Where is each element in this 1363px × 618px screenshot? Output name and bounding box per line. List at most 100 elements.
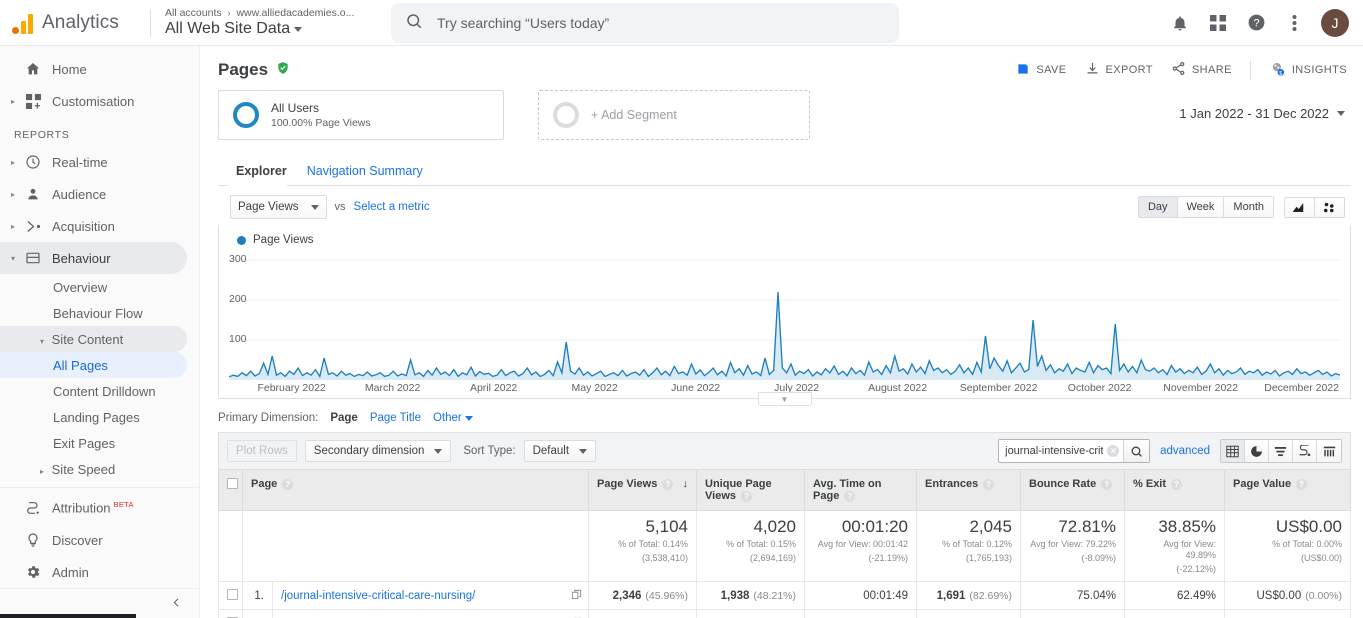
sidebar-item-customisation[interactable]: ▸ Customisation xyxy=(0,85,199,117)
help-icon[interactable]: ? xyxy=(282,479,293,490)
clear-search-icon[interactable]: ✕ xyxy=(1107,445,1119,457)
more-options-icon[interactable] xyxy=(1283,12,1305,34)
granularity-week[interactable]: Week xyxy=(1178,197,1225,217)
plot-rows-button[interactable]: Plot Rows xyxy=(227,440,297,462)
page-body: Home ▸ Customisation REPORTS ▸ Real-time xyxy=(0,46,1363,618)
scrollbar-thumb[interactable] xyxy=(0,614,136,618)
line-chart-icon[interactable] xyxy=(1285,198,1315,217)
x-axis-tick: February 2022 xyxy=(257,382,325,394)
help-icon[interactable]: ? xyxy=(1296,479,1307,490)
row-checkbox[interactable] xyxy=(227,589,238,600)
tab-navigation-summary[interactable]: Navigation Summary xyxy=(307,164,435,185)
sidebar-item-acquisition[interactable]: ▸ Acquisition xyxy=(0,210,199,242)
table-toolbar-right: ✕ advanced xyxy=(998,439,1342,463)
insights-button[interactable]: $ INSIGHTS xyxy=(1269,61,1347,80)
column-header-unique-page-views[interactable]: Unique Page Views? xyxy=(697,470,805,511)
advanced-search-link[interactable]: advanced xyxy=(1160,445,1210,457)
select-all-checkbox-cell[interactable] xyxy=(219,470,243,511)
table-search-button[interactable] xyxy=(1123,440,1149,462)
select-all-checkbox[interactable] xyxy=(227,478,238,489)
segment-all-users[interactable]: All Users 100.00% Page Views xyxy=(218,90,504,140)
select-a-metric-link[interactable]: Select a metric xyxy=(354,201,430,213)
sidebar-item-landing-pages[interactable]: Landing Pages xyxy=(0,404,199,430)
x-axis-tick: August 2022 xyxy=(868,382,927,394)
column-header-page-value[interactable]: Page Value? xyxy=(1225,470,1351,511)
sidebar-item-home[interactable]: Home xyxy=(0,53,199,85)
date-range-label: 1 Jan 2022 - 31 Dec 2022 xyxy=(1179,106,1329,121)
legend-label: Page Views xyxy=(253,234,314,246)
sidebar-item-site-speed[interactable]: ▸ Site Speed xyxy=(0,456,199,482)
chevron-right-icon: ▸ xyxy=(6,158,20,167)
column-header-entrances[interactable]: Entrances? xyxy=(917,470,1021,511)
column-header-bounce-rate[interactable]: Bounce Rate? xyxy=(1021,470,1125,511)
metric-select[interactable]: Page Views xyxy=(230,195,327,219)
global-search[interactable]: Try searching “Users today” xyxy=(391,3,899,43)
share-button[interactable]: SHARE xyxy=(1171,61,1232,79)
pivot-view-icon[interactable] xyxy=(1317,440,1341,462)
help-icon[interactable]: ? xyxy=(1245,12,1267,34)
pie-view-icon[interactable] xyxy=(1245,440,1269,462)
add-segment-button[interactable]: + Add Segment xyxy=(538,90,810,140)
account-selector[interactable]: All accounts › www.alliedacademies.o... … xyxy=(165,7,355,38)
sidebar-item-attribution[interactable]: AttributionBETA xyxy=(0,492,199,524)
open-in-new-icon[interactable] xyxy=(571,589,582,603)
column-header-avg-time-on-page[interactable]: Avg. Time on Page? xyxy=(805,470,917,511)
sidebar-item-audience[interactable]: ▸ Audience xyxy=(0,178,199,210)
sidebar-item-behaviour[interactable]: ▾ Behaviour xyxy=(0,242,187,274)
column-header-page[interactable]: Page? xyxy=(243,470,589,511)
row-checkbox-cell[interactable] xyxy=(219,610,243,618)
analytics-logo[interactable]: Analytics xyxy=(0,12,148,34)
sort-type-select[interactable]: Default xyxy=(524,440,596,462)
column-header-page-views[interactable]: Page Views? ↓ xyxy=(589,470,697,511)
notifications-bell-icon[interactable] xyxy=(1169,12,1191,34)
table-view-icon[interactable] xyxy=(1221,440,1245,462)
totals-cell: 4,020% of Total: 0.15%(2,694,169) xyxy=(697,511,805,582)
sidebar-item-all-pages[interactable]: All Pages xyxy=(0,352,187,378)
help-icon[interactable]: ? xyxy=(1101,479,1112,490)
chevron-right-icon: ▸ xyxy=(40,467,44,476)
page-link[interactable]: /journal-intensive-critical-care-nursing… xyxy=(281,590,475,602)
export-button[interactable]: EXPORT xyxy=(1085,61,1153,79)
sidebar-item-exit-pages[interactable]: Exit Pages xyxy=(0,430,199,456)
page-cell[interactable]: /journal-intensive-critical-care-nursing… xyxy=(273,582,589,610)
chart-resize-handle[interactable]: ▼ xyxy=(758,392,812,406)
apps-grid-icon[interactable] xyxy=(1207,12,1229,34)
sidebar-item-real-time[interactable]: ▸ Real-time xyxy=(0,146,199,178)
column-header-exit-pct[interactable]: % Exit? xyxy=(1125,470,1225,511)
cell-percent: (0.00%) xyxy=(1305,590,1342,602)
granularity-month[interactable]: Month xyxy=(1224,197,1273,217)
tab-explorer[interactable]: Explorer xyxy=(236,164,299,185)
primary-dimension-page[interactable]: Page xyxy=(330,412,358,424)
sidebar-item-site-content[interactable]: ▾ Site Content xyxy=(0,326,187,352)
sidebar-item-discover[interactable]: Discover xyxy=(0,524,199,556)
bar-view-icon[interactable] xyxy=(1269,440,1293,462)
date-range-picker[interactable]: 1 Jan 2022 - 31 Dec 2022 xyxy=(1179,90,1345,121)
table-head: Page? Page Views? ↓ Unique Page Views? A… xyxy=(219,470,1351,511)
chart-plot-area[interactable]: 100 200 300 xyxy=(229,248,1340,380)
table-row[interactable]: 1./journal-intensive-critical-care-nursi… xyxy=(219,582,1351,610)
help-icon[interactable]: ? xyxy=(662,479,673,490)
granularity-day[interactable]: Day xyxy=(1139,197,1178,217)
scatter-chart-icon[interactable] xyxy=(1315,198,1344,217)
row-checkbox-cell[interactable] xyxy=(219,582,243,610)
view-name[interactable]: All Web Site Data xyxy=(165,20,355,38)
sidebar-item-behaviour-flow[interactable]: Behaviour Flow xyxy=(0,300,199,326)
table-search[interactable]: ✕ xyxy=(998,439,1150,463)
help-icon[interactable]: ? xyxy=(1171,479,1182,490)
primary-dimension-other-label: Other xyxy=(433,412,462,424)
comparison-view-icon[interactable] xyxy=(1293,440,1317,462)
horizontal-scrollbar[interactable] xyxy=(400,614,1363,618)
sidebar-item-content-drilldown[interactable]: Content Drilldown xyxy=(0,378,199,404)
secondary-dimension-button[interactable]: Secondary dimension xyxy=(305,440,452,462)
help-icon[interactable]: ? xyxy=(741,491,752,502)
sidebar-item-site-search[interactable]: ▸ Site Search xyxy=(0,482,199,487)
table-search-input[interactable] xyxy=(999,445,1107,457)
save-button[interactable]: SAVE xyxy=(1016,62,1066,79)
primary-dimension-page-title[interactable]: Page Title xyxy=(370,412,421,424)
help-icon[interactable]: ? xyxy=(844,491,855,502)
sidebar-item-admin[interactable]: Admin xyxy=(0,556,199,588)
help-icon[interactable]: ? xyxy=(983,479,994,490)
sidebar-item-overview[interactable]: Overview xyxy=(0,274,199,300)
avatar[interactable]: J xyxy=(1321,9,1349,37)
primary-dimension-other[interactable]: Other xyxy=(433,412,473,424)
